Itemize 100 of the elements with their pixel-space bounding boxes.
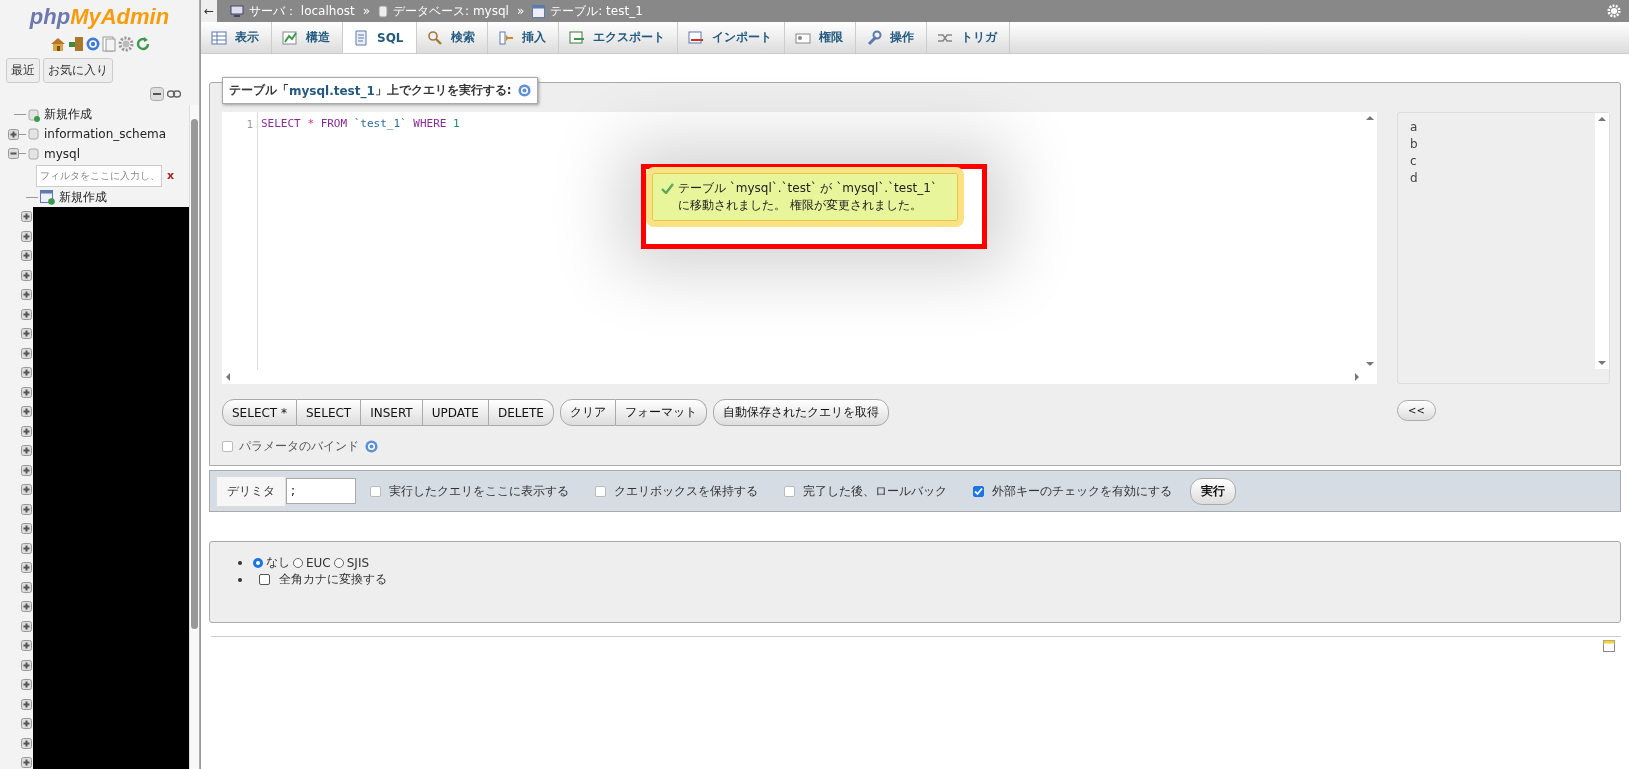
query-button[interactable]: DELETE bbox=[488, 399, 554, 426]
tab[interactable]: SQL bbox=[343, 22, 417, 53]
checkbox[interactable] bbox=[222, 441, 233, 452]
help-icon[interactable] bbox=[85, 37, 100, 51]
link-icon[interactable] bbox=[167, 90, 181, 98]
query-button[interactable]: 自動保存されたクエリを取得 bbox=[712, 399, 889, 426]
radio-label: SJIS bbox=[346, 555, 370, 570]
expander-icon[interactable] bbox=[21, 289, 32, 300]
tab[interactable]: 検索 bbox=[416, 22, 488, 53]
expander-icon[interactable] bbox=[21, 250, 32, 261]
column-item[interactable]: d bbox=[1410, 170, 1597, 187]
expander-icon[interactable] bbox=[21, 679, 32, 690]
checkbox[interactable] bbox=[595, 485, 606, 497]
expander-icon[interactable] bbox=[21, 562, 32, 573]
checkbox[interactable] bbox=[784, 485, 795, 497]
help-icon[interactable] bbox=[365, 440, 378, 453]
radio-label: なし bbox=[266, 554, 290, 571]
expander-icon[interactable] bbox=[21, 503, 32, 515]
table-link[interactable]: mysql.test_1 bbox=[289, 83, 375, 98]
home-icon[interactable] bbox=[49, 36, 66, 52]
query-button[interactable]: SELECT * bbox=[222, 399, 297, 426]
breadcrumb-link[interactable]: サーバ： localhost bbox=[249, 2, 355, 20]
delimiter-field[interactable]: ; bbox=[286, 478, 356, 504]
query-button[interactable]: UPDATE bbox=[422, 399, 489, 426]
expander-icon[interactable] bbox=[21, 737, 32, 749]
expander-icon[interactable] bbox=[8, 128, 19, 140]
expander-icon[interactable] bbox=[21, 659, 32, 671]
expander-icon[interactable] bbox=[21, 230, 32, 242]
tab[interactable]: 操作 bbox=[855, 22, 927, 53]
clear-filter-button[interactable]: x bbox=[164, 169, 178, 182]
expander-icon[interactable] bbox=[21, 308, 32, 320]
column-list[interactable]: a b c d bbox=[1397, 112, 1610, 384]
radio-button[interactable] bbox=[333, 557, 344, 568]
back-button[interactable]: ← bbox=[201, 0, 217, 22]
exit-door-icon[interactable] bbox=[67, 36, 84, 52]
radio-label: EUC bbox=[306, 555, 331, 570]
expander-icon[interactable] bbox=[21, 328, 32, 339]
expander-icon[interactable] bbox=[21, 445, 32, 456]
tree-item[interactable]: 新規作成 bbox=[57, 188, 107, 206]
radio-button[interactable] bbox=[253, 557, 263, 568]
expander-icon[interactable] bbox=[21, 367, 32, 378]
sidebar-tab[interactable]: お気に入り bbox=[43, 58, 113, 83]
expander-icon[interactable] bbox=[21, 347, 32, 359]
scrollbar[interactable] bbox=[189, 105, 199, 769]
expander-icon[interactable] bbox=[21, 484, 32, 495]
expander-icon[interactable] bbox=[21, 386, 32, 398]
tree-item[interactable]: 新規作成 bbox=[42, 106, 92, 124]
server-icon bbox=[230, 4, 244, 18]
settings-icon[interactable] bbox=[117, 36, 134, 52]
tab[interactable]: インポート bbox=[677, 22, 785, 53]
query-button[interactable]: フォーマット bbox=[615, 399, 707, 426]
breadcrumb-link[interactable]: テーブル: test_1 bbox=[550, 2, 643, 20]
expander-icon[interactable] bbox=[21, 601, 32, 612]
logo[interactable]: phpMyAdmin bbox=[29, 0, 170, 30]
checkbox-label: パラメータのバインド bbox=[239, 438, 359, 455]
tab[interactable]: 表示 bbox=[201, 22, 272, 53]
filter-field[interactable]: フィルタをここに入力し、 bbox=[36, 164, 162, 187]
expander-icon[interactable] bbox=[21, 464, 32, 476]
expander-icon[interactable] bbox=[21, 620, 32, 632]
tab[interactable]: 挿入 bbox=[487, 22, 559, 53]
checkbox[interactable] bbox=[370, 485, 381, 497]
expander-icon[interactable] bbox=[21, 581, 32, 593]
column-item[interactable]: c bbox=[1410, 153, 1597, 170]
tab[interactable]: 権限 bbox=[784, 22, 856, 53]
column-item[interactable]: b bbox=[1410, 136, 1597, 153]
export-icon bbox=[568, 29, 585, 46]
query-button[interactable]: クリア bbox=[559, 399, 616, 426]
checkbox[interactable] bbox=[259, 574, 270, 585]
expander-icon[interactable] bbox=[21, 542, 32, 554]
expander-icon[interactable] bbox=[21, 698, 32, 710]
console-icon[interactable] bbox=[1603, 640, 1615, 652]
scrollbar[interactable] bbox=[1595, 113, 1609, 369]
expander-icon[interactable] bbox=[21, 425, 32, 437]
run-button[interactable]: 実行 bbox=[1190, 477, 1236, 505]
expander-icon[interactable] bbox=[21, 523, 32, 534]
expander-icon[interactable] bbox=[21, 757, 32, 768]
tab[interactable]: トリガ bbox=[926, 22, 1010, 53]
database-icon bbox=[28, 127, 40, 142]
expander-icon[interactable] bbox=[21, 718, 32, 729]
chart-icon bbox=[282, 29, 298, 46]
reload-icon[interactable] bbox=[135, 37, 150, 51]
query-button[interactable]: SELECT bbox=[297, 399, 362, 426]
sidebar-tab[interactable]: 最近 bbox=[6, 58, 40, 83]
expander-icon[interactable] bbox=[21, 211, 32, 222]
breadcrumb-link[interactable]: データベース: mysql bbox=[393, 2, 509, 20]
collapse-all-icon[interactable] bbox=[150, 87, 164, 101]
insert-column-button[interactable]: << bbox=[1397, 400, 1436, 421]
tree-item[interactable]: mysql bbox=[42, 146, 80, 161]
expander-icon[interactable] bbox=[21, 640, 32, 651]
query-button[interactable]: INSERT bbox=[361, 399, 423, 426]
tree-item[interactable]: information_schema bbox=[42, 127, 167, 142]
checkbox[interactable] bbox=[973, 485, 984, 497]
message-text: テーブル `mysql`.`test` が `mysql`.`test_1` に移動されました。 権限が変更されました。 bbox=[678, 180, 937, 214]
help-icon[interactable] bbox=[517, 84, 531, 97]
radio-button[interactable] bbox=[293, 557, 303, 568]
tab[interactable]: エクスポート bbox=[558, 22, 678, 53]
expander-icon[interactable] bbox=[21, 406, 32, 417]
column-item[interactable]: a bbox=[1410, 119, 1597, 136]
expander-icon[interactable] bbox=[21, 269, 32, 281]
expander-icon[interactable] bbox=[8, 148, 19, 159]
